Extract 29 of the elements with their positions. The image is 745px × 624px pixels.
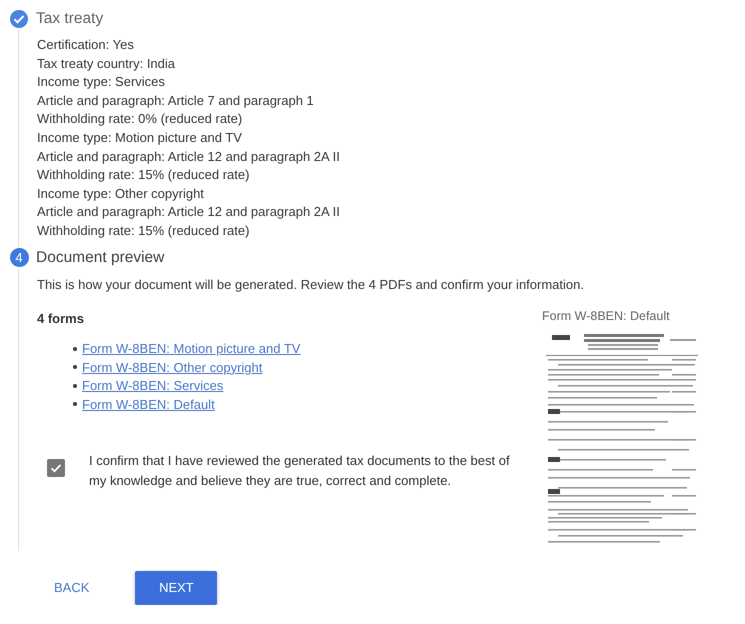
step-number: 4 (10, 248, 28, 268)
form-link[interactable]: Form W-8BEN: Default (82, 396, 215, 412)
intro-text: This is how your document will be generated. Review the 4 PDFs and confirm your information. (37, 276, 585, 294)
step-title: Document preview (36, 248, 164, 267)
form-link[interactable]: Form W-8BEN: Other copyright (82, 360, 262, 375)
summary-text: Tax treaty country: India (37, 54, 176, 73)
checkbox[interactable] (47, 458, 65, 477)
summary-text: Withholding rate: 15% (reduced rate) (37, 166, 250, 184)
summary-text: Income type: Other copyright (37, 184, 205, 203)
section-heading: 4 forms (37, 310, 85, 326)
summary-text: Withholding rate: 15% (reduced rate) (37, 222, 250, 240)
bullet-icon (73, 365, 77, 370)
form-link[interactable]: Form W-8BEN: Motion picture and TV (82, 341, 300, 356)
step-title: Tax treaty (36, 10, 104, 28)
form-link[interactable]: Form W-8BEN: Services (82, 378, 224, 394)
confirm-text: I confirm that I have reviewed the generated tax documents to the best of my knowledge and believe they are true, correct and complete. (89, 452, 511, 490)
summary-text: Withholding rate: 0% (reduced rate) (37, 110, 244, 128)
bullet-icon (73, 402, 77, 406)
preview-title: Form W-8BEN: Default (542, 308, 671, 323)
summary-text: Certification: Yes (37, 36, 135, 54)
summary-text: Article and paragraph: Article 7 and paragraph 1 (37, 92, 315, 110)
summary-text: Article and paragraph: Article 12 and paragraph 2A II (37, 203, 341, 222)
summary-text: Income type: Motion picture and TV (37, 128, 243, 147)
bullet-icon (73, 346, 77, 351)
back-button[interactable]: BACK (46, 572, 98, 604)
next-button[interactable]: NEXT (135, 570, 218, 605)
summary-text: Article and paragraph: Article 12 and paragraph 2A II (37, 148, 341, 166)
summary-text: Income type: Services (37, 73, 166, 92)
bullet-icon (73, 384, 77, 388)
